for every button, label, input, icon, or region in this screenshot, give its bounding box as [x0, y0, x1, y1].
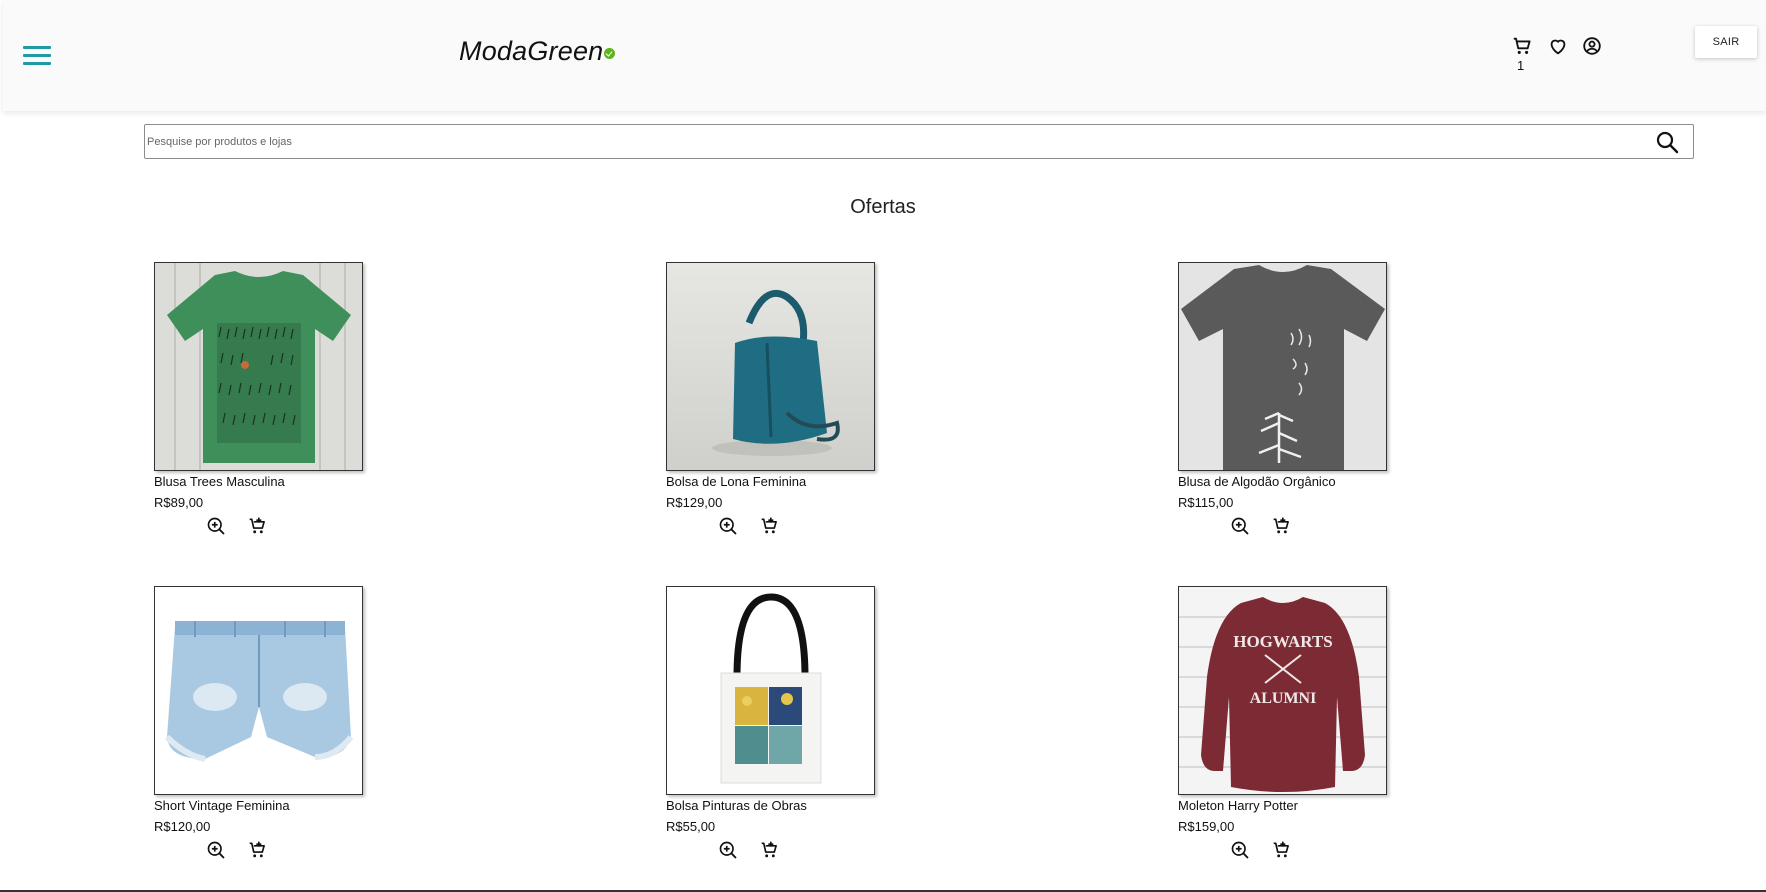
product-image[interactable] — [1178, 262, 1387, 471]
cart-count: 1 — [1517, 58, 1525, 73]
add-to-cart-icon[interactable] — [248, 516, 268, 536]
hamburger-menu-icon[interactable] — [23, 44, 51, 68]
product-name[interactable]: Bolsa de Lona Feminina — [666, 474, 806, 489]
logo-check-icon — [604, 48, 616, 59]
product-price: R$89,00 — [154, 495, 204, 510]
account-icon[interactable] — [1581, 35, 1603, 57]
top-header: ModaGreen 1 SAIR — [3, 0, 1766, 111]
cart-icon[interactable] — [1511, 35, 1533, 57]
logout-button[interactable]: SAIR — [1695, 26, 1757, 58]
add-to-cart-icon[interactable] — [760, 516, 780, 536]
logo[interactable]: ModaGreen — [459, 36, 616, 67]
product-price: R$120,00 — [154, 819, 211, 834]
product-image[interactable] — [666, 586, 875, 795]
section-title: Ofertas — [850, 196, 916, 218]
add-to-cart-icon[interactable] — [1272, 516, 1292, 536]
product-name[interactable]: Blusa de Algodão Orgânico — [1178, 474, 1336, 489]
product-image[interactable] — [154, 262, 363, 471]
search-input[interactable] — [147, 126, 1627, 157]
add-to-cart-icon[interactable] — [760, 840, 780, 860]
product-price: R$55,00 — [666, 819, 716, 834]
product-image[interactable] — [154, 586, 363, 795]
zoom-in-icon[interactable] — [1230, 516, 1250, 536]
add-to-cart-icon[interactable] — [1272, 840, 1292, 860]
product-name[interactable]: Short Vintage Feminina — [154, 798, 290, 813]
product-price: R$129,00 — [666, 495, 723, 510]
zoom-in-icon[interactable] — [1230, 840, 1250, 860]
sweatshirt-print-hogwarts: HOGWARTS — [1233, 632, 1333, 651]
search-bar — [144, 124, 1694, 159]
add-to-cart-icon[interactable] — [248, 840, 268, 860]
logo-text: ModaGreen — [459, 36, 604, 66]
zoom-in-icon[interactable] — [718, 840, 738, 860]
product-price: R$115,00 — [1178, 495, 1234, 510]
product-name[interactable]: Blusa Trees Masculina — [154, 474, 285, 489]
product-price: R$159,00 — [1178, 819, 1235, 834]
zoom-in-icon[interactable] — [718, 516, 738, 536]
zoom-in-icon[interactable] — [206, 840, 226, 860]
product-name[interactable]: Bolsa Pinturas de Obras — [666, 798, 807, 813]
product-image[interactable]: HOGWARTS ALUMNI — [1178, 586, 1387, 795]
search-icon[interactable] — [1655, 130, 1679, 154]
zoom-in-icon[interactable] — [206, 516, 226, 536]
heart-icon[interactable] — [1547, 35, 1569, 57]
sweatshirt-print-alumni: ALUMNI — [1250, 690, 1317, 707]
product-image[interactable] — [666, 262, 875, 471]
product-name[interactable]: Moleton Harry Potter — [1178, 798, 1298, 813]
